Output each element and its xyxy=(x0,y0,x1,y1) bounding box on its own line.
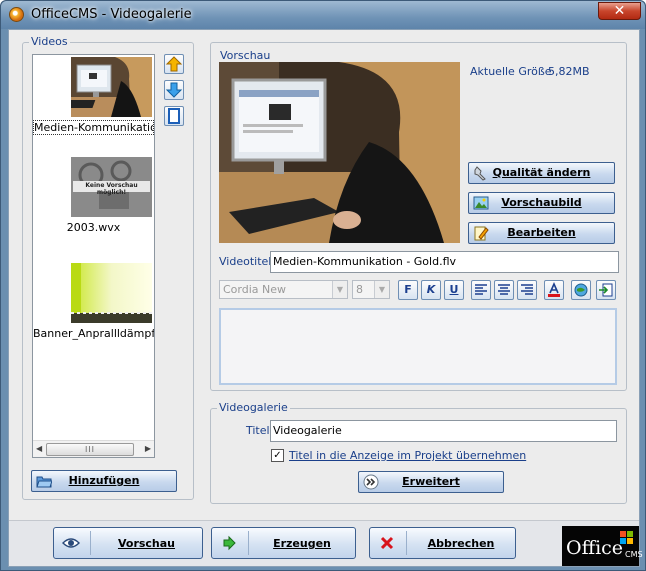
videos-group-label: Videos xyxy=(29,35,70,48)
move-down-button[interactable] xyxy=(164,80,184,100)
officecms-logo: Office CMS xyxy=(562,526,643,566)
app-window: OfficeCMS - Videogalerie ✕ Videos Medien… xyxy=(0,0,646,571)
preview-image-label: Vorschaubild xyxy=(501,196,582,209)
app-icon xyxy=(9,7,24,22)
list-horizontal-scrollbar[interactable]: ◀ III ▶ xyxy=(33,440,154,457)
video-title-label: Videotitel xyxy=(219,255,272,268)
move-up-button[interactable] xyxy=(164,54,184,74)
chevron-down-icon[interactable]: ▼ xyxy=(374,281,389,298)
preview-button[interactable]: Vorschau xyxy=(53,527,203,559)
video-thumbnail xyxy=(71,263,152,323)
eye-icon xyxy=(62,538,80,548)
edit-button[interactable]: Bearbeiten xyxy=(468,222,615,244)
window-title: OfficeCMS - Videogalerie xyxy=(31,7,192,22)
preview-group-label: Vorschau xyxy=(218,49,273,62)
remove-button[interactable] xyxy=(164,106,184,126)
video-list-item[interactable]: Keine Vorschau möglich! 2003.wvx xyxy=(33,155,154,235)
video-title-input[interactable]: Medien-Kommunikation - Gold.flv xyxy=(270,251,619,273)
preview-image-button[interactable]: Vorschaubild xyxy=(468,192,615,214)
close-button[interactable]: ✕ xyxy=(598,2,641,20)
wrench-icon xyxy=(474,166,486,181)
align-center-icon xyxy=(498,284,510,295)
create-button[interactable]: Erzeugen xyxy=(211,527,356,559)
video-preview-frame xyxy=(219,62,460,243)
gallery-group-label: Videogalerie xyxy=(217,401,290,414)
image-icon xyxy=(473,196,489,210)
font-color-icon xyxy=(548,282,560,297)
chevron-down-icon[interactable]: ▼ xyxy=(332,281,347,298)
scroll-thumb[interactable]: III xyxy=(46,443,134,456)
font-size-select[interactable]: 8 ▼ xyxy=(352,280,390,299)
edit-label: Bearbeiten xyxy=(507,226,576,239)
add-button[interactable]: Hinzufügen xyxy=(31,470,177,492)
insert-button[interactable] xyxy=(596,280,616,300)
align-center-button[interactable] xyxy=(494,280,514,300)
video-list-item[interactable]: Banner_Anprallldämpfer_ xyxy=(33,261,154,341)
preview-button-label: Vorschau xyxy=(117,537,176,550)
video-list-item-label: Medien-Kommunikation - xyxy=(33,120,154,135)
cancel-button-label: Abbrechen xyxy=(427,537,495,550)
scroll-left-icon[interactable]: ◀ xyxy=(36,444,42,453)
italic-button[interactable]: K xyxy=(421,280,441,300)
arrow-down-icon xyxy=(165,82,183,98)
bold-button[interactable]: F xyxy=(398,280,418,300)
size-value: 5,82MB xyxy=(548,65,590,78)
client-area: Videos Medien-Kommunikation - xyxy=(8,29,643,567)
align-right-button[interactable] xyxy=(517,280,537,300)
advanced-button[interactable]: Erweitert xyxy=(358,471,504,493)
edit-icon xyxy=(474,226,489,241)
font-family-select[interactable]: Cordia New ▼ xyxy=(219,280,348,299)
description-textarea[interactable] xyxy=(219,308,617,385)
gallery-title-input[interactable]: Videogalerie xyxy=(270,420,617,442)
show-title-checkbox[interactable]: ✓ xyxy=(271,449,284,462)
no-preview-text: Keine Vorschau möglich! xyxy=(85,182,138,196)
video-list[interactable]: Medien-Kommunikation - Keine Vorschau mö… xyxy=(32,54,155,458)
scroll-right-icon[interactable]: ▶ xyxy=(145,444,151,453)
size-label: Aktuelle Größe xyxy=(470,65,552,78)
add-button-label: Hinzufügen xyxy=(68,474,140,487)
create-button-label: Erzeugen xyxy=(273,537,331,550)
change-quality-button[interactable]: Qualität ändern xyxy=(468,162,615,184)
align-left-icon xyxy=(475,284,487,295)
change-quality-label: Qualität ändern xyxy=(492,166,591,179)
double-chevron-right-icon xyxy=(363,474,379,490)
page-icon xyxy=(168,108,180,124)
advanced-button-label: Erweitert xyxy=(402,475,460,488)
logo-sub-text: CMS xyxy=(625,550,643,559)
align-left-button[interactable] xyxy=(471,280,491,300)
folder-open-icon xyxy=(36,476,52,488)
arrow-up-icon xyxy=(165,56,183,72)
globe-link-icon xyxy=(574,283,588,297)
insert-icon xyxy=(599,283,613,297)
align-right-icon xyxy=(521,284,533,295)
underline-button[interactable]: U xyxy=(444,280,464,300)
video-list-item-label: 2003.wvx xyxy=(66,221,121,234)
video-preview xyxy=(219,62,460,243)
video-list-item-label: Banner_Anprallldämpfer_ xyxy=(33,327,154,340)
logo-text: Office xyxy=(566,537,624,559)
font-size-value: 8 xyxy=(356,283,363,296)
video-thumbnail xyxy=(71,57,152,117)
gallery-title-label: Titel xyxy=(246,424,270,437)
video-list-item[interactable]: Medien-Kommunikation - xyxy=(33,55,154,137)
font-color-button[interactable] xyxy=(544,280,564,300)
show-title-checkbox-label[interactable]: Titel in die Anzeige im Projekt übernehm… xyxy=(289,449,526,462)
insert-link-button[interactable] xyxy=(571,280,591,300)
title-bar[interactable]: OfficeCMS - Videogalerie ✕ xyxy=(1,1,645,29)
font-family-value: Cordia New xyxy=(223,283,287,296)
cancel-button[interactable]: Abbrechen xyxy=(369,527,516,559)
arrow-right-icon xyxy=(223,535,236,551)
close-icon xyxy=(380,536,394,550)
